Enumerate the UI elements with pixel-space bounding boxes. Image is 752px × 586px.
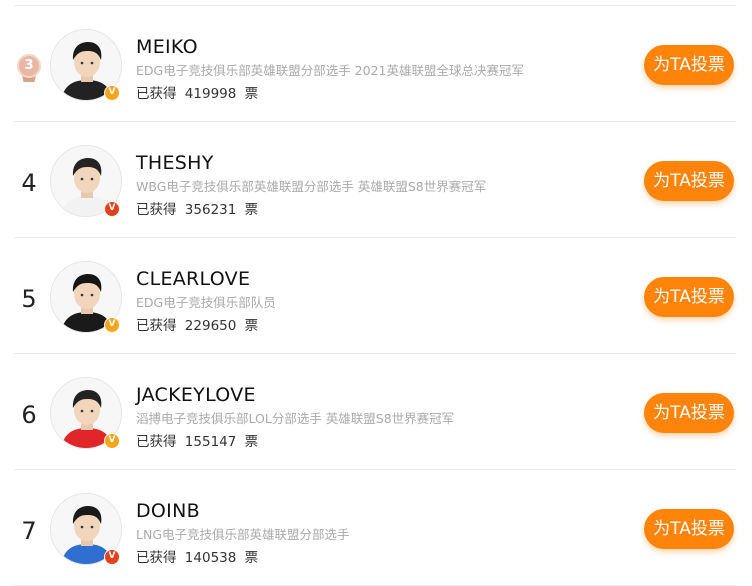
votes-suffix: 票	[244, 434, 259, 450]
vote-count: 已获得 155147 票	[136, 433, 262, 451]
votes-number: 229650	[184, 318, 237, 334]
vote-count: 已获得 356231 票	[136, 201, 262, 219]
votes-number: 140538	[184, 550, 237, 566]
vote-count: 已获得 140538 票	[136, 549, 262, 567]
rank-number: 3	[17, 54, 41, 78]
votes-number: 356231	[184, 202, 237, 218]
vote-count: 已获得 229650 票	[136, 317, 262, 335]
vote-for-player-button[interactable]: 为TA投票	[644, 45, 734, 85]
votes-prefix: 已获得	[136, 86, 177, 102]
rank-number: 7	[21, 517, 37, 545]
verified-v-icon: V	[104, 317, 120, 333]
bronze-medal-icon: 3	[16, 54, 42, 84]
player-row: 5 V CLEARLOVE EDG电子竞技俱乐部队员 已获得 229650 票 …	[14, 238, 736, 354]
rank-number: 4	[21, 169, 37, 197]
player-name[interactable]: CLEARLOVE	[136, 267, 250, 291]
votes-prefix: 已获得	[136, 434, 177, 450]
vote-for-player-button[interactable]: 为TA投票	[644, 509, 734, 549]
player-description: LNG电子竞技俱乐部英雄联盟分部选手	[136, 527, 350, 542]
verified-v-icon: V	[104, 85, 120, 101]
player-name[interactable]: DOINB	[136, 499, 200, 523]
vote-for-player-button[interactable]: 为TA投票	[644, 277, 734, 317]
votes-number: 419998	[184, 86, 237, 102]
player-name[interactable]: THESHY	[136, 151, 214, 175]
vote-for-player-button[interactable]: 为TA投票	[644, 161, 734, 201]
player-name[interactable]: MEIKO	[136, 35, 198, 59]
verified-v-icon: V	[104, 549, 120, 565]
votes-suffix: 票	[244, 86, 259, 102]
player-row: 4 V THESHY WBG电子竞技俱乐部英雄联盟分部选手 英雄联盟S8世界赛冠…	[14, 122, 736, 238]
votes-suffix: 票	[244, 550, 259, 566]
player-description: 滔搏电子竞技俱乐部LOL分部选手 英雄联盟S8世界赛冠军	[136, 411, 455, 426]
player-row: 3 V MEIKO EDG电子竞技俱乐部英雄联盟分部选手 2021英雄联盟全球总…	[14, 6, 736, 122]
player-row: 6 V JACKEYLOVE 滔搏电子竞技俱乐部LOL分部选手 英雄联盟S8世界…	[14, 354, 736, 470]
votes-prefix: 已获得	[136, 550, 177, 566]
verified-v-icon: V	[104, 201, 120, 217]
player-name[interactable]: JACKEYLOVE	[136, 383, 256, 407]
votes-suffix: 票	[244, 318, 259, 334]
player-description: WBG电子竞技俱乐部英雄联盟分部选手 英雄联盟S8世界赛冠军	[136, 179, 487, 194]
rank-number: 6	[21, 401, 37, 429]
votes-prefix: 已获得	[136, 318, 177, 334]
vote-count: 已获得 419998 票	[136, 85, 262, 103]
player-row: 7 V DOINB LNG电子竞技俱乐部英雄联盟分部选手 已获得 140538 …	[14, 470, 736, 586]
player-description: EDG电子竞技俱乐部英雄联盟分部选手 2021英雄联盟全球总决赛冠军	[136, 63, 524, 78]
player-description: EDG电子竞技俱乐部队员	[136, 295, 276, 310]
votes-suffix: 票	[244, 202, 259, 218]
rank-number: 5	[21, 285, 37, 313]
verified-v-icon: V	[104, 433, 120, 449]
votes-number: 155147	[184, 434, 237, 450]
votes-prefix: 已获得	[136, 202, 177, 218]
vote-for-player-button[interactable]: 为TA投票	[644, 393, 734, 433]
